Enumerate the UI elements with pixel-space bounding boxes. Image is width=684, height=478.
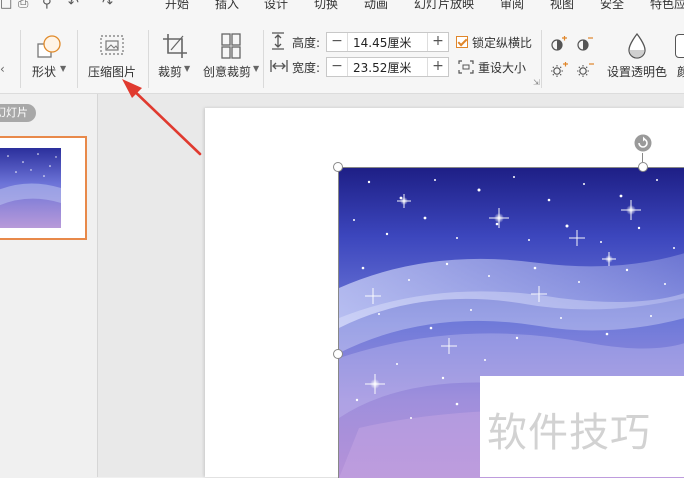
height-increase-button[interactable]: + [427, 33, 448, 51]
lock-aspect-ratio-label[interactable]: 锁定纵横比 [472, 34, 532, 51]
picture-color-button[interactable]: 颜 [677, 63, 684, 80]
shape-dropdown-icon[interactable]: ▼ [60, 64, 66, 73]
ribbon-separator [263, 30, 264, 88]
thumbnail-image [0, 148, 61, 228]
save-icon[interactable]: □ [0, 0, 12, 11]
size-dialog-launcher-icon[interactable]: ⇲ [533, 78, 540, 87]
ribbon-separator [541, 30, 542, 88]
menu-tab-features[interactable]: 特色应 [650, 0, 684, 12]
menu-tab-home[interactable]: 开始 [165, 0, 189, 12]
width-input[interactable]: 23.52厘米 [353, 59, 411, 76]
undo-dropdown-icon[interactable]: ˅ [86, 0, 93, 11]
width-decrease-button[interactable]: − [327, 58, 348, 76]
undo-icon[interactable]: ↶ [68, 0, 79, 11]
shape-icon[interactable] [36, 34, 62, 60]
menu-tab-animation[interactable]: 动画 [364, 0, 388, 12]
width-icon [270, 60, 288, 72]
picture-color-icon[interactable] [675, 34, 684, 58]
print-preview-icon[interactable]: ⚲ [42, 0, 52, 11]
redo-icon[interactable]: ↷ [102, 0, 113, 11]
menu-bar: □ ⎙ ⚲ ↶ ˅ ↷ ˅ 开始 插入 设计 切换 动画 幻灯片放映 审阅 视图… [0, 0, 684, 14]
menu-tab-review[interactable]: 审阅 [500, 0, 524, 12]
creative-crop-button[interactable]: 创意裁剪 [203, 63, 251, 80]
height-decrease-button[interactable]: − [327, 33, 348, 51]
rotate-handle-icon[interactable] [633, 133, 653, 153]
menu-tab-security[interactable]: 安全 [600, 0, 624, 12]
creative-crop-dropdown-icon[interactable]: ▼ [253, 64, 259, 73]
annotation-arrow-icon [122, 79, 202, 156]
watermark-text: 软件技巧 [487, 410, 651, 456]
compress-picture-icon[interactable] [99, 34, 125, 58]
crop-icon[interactable] [161, 32, 189, 60]
increase-contrast-icon[interactable] [550, 36, 568, 52]
customize-quick-access-icon[interactable]: ˅ [130, 0, 137, 11]
decrease-brightness-icon[interactable] [576, 62, 594, 78]
menu-tab-view[interactable]: 视图 [550, 0, 574, 12]
width-stepper[interactable]: − 23.52厘米 + [326, 57, 449, 77]
increase-brightness-icon[interactable] [550, 62, 568, 78]
height-icon [272, 32, 284, 50]
resize-handle-top-middle[interactable] [638, 162, 648, 172]
creative-crop-icon[interactable] [220, 32, 242, 60]
slide-thumbnail-1[interactable] [0, 136, 87, 240]
previous-group-dropdown-icon[interactable]: ‹ [0, 62, 5, 76]
menu-tab-design[interactable]: 设计 [264, 0, 288, 12]
reset-size-icon[interactable] [457, 59, 475, 75]
reset-size-button[interactable]: 重设大小 [478, 59, 526, 76]
resize-handle-middle-left[interactable] [333, 349, 343, 359]
ribbon-separator [20, 30, 21, 88]
picture-tools-ribbon: ‹ 形状 ▼ 压缩图片 裁剪 ▼ 创意裁剪 ▼ 高度: − 14.45厘米 + [0, 14, 684, 94]
width-label: 宽度: [292, 61, 321, 75]
menu-tab-insert[interactable]: 插入 [215, 0, 239, 12]
decrease-contrast-icon[interactable] [576, 36, 594, 52]
rotate-handle-stem [642, 153, 643, 162]
print-icon[interactable]: ⎙ [18, 0, 28, 11]
slides-tab[interactable]: 幻灯片 [0, 104, 36, 122]
set-transparent-color-button[interactable]: 设置透明色 [607, 63, 667, 80]
height-label: 高度: [292, 36, 321, 50]
menu-tab-slideshow[interactable]: 幻灯片放映 [414, 0, 474, 12]
width-increase-button[interactable]: + [427, 58, 448, 76]
set-transparent-color-icon[interactable] [626, 32, 648, 60]
lock-aspect-ratio-checkbox[interactable] [456, 36, 468, 48]
height-input[interactable]: 14.45厘米 [353, 34, 411, 51]
ribbon-separator [77, 30, 78, 88]
menu-tab-transitions[interactable]: 切换 [314, 0, 338, 12]
shape-button[interactable]: 形状 [32, 63, 56, 80]
resize-handle-top-left[interactable] [333, 162, 343, 172]
height-stepper[interactable]: − 14.45厘米 + [326, 32, 449, 52]
